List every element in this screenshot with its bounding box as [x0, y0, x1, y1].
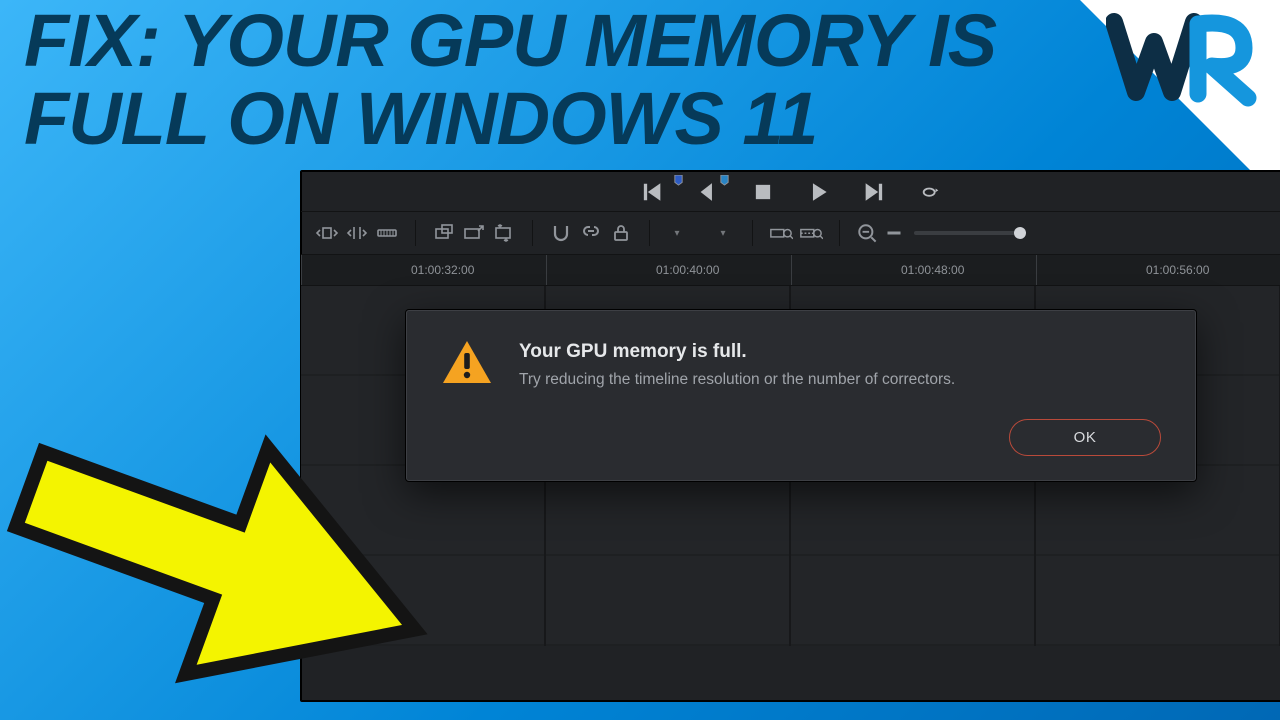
headline-line-1: FIX: YOUR GPU MEMORY IS: [24, 2, 1020, 80]
toolbar-separator: [532, 220, 533, 246]
stop-icon[interactable]: [752, 183, 774, 201]
chevron-down-icon: ▾: [720, 228, 725, 239]
timeline-toolbar: ▾ ▾: [301, 212, 1280, 255]
zoom-range-icon[interactable]: [769, 223, 793, 243]
snap-icon[interactable]: [549, 223, 573, 243]
ruler-label: 01:00:40:00: [656, 263, 719, 277]
overwrite-clip-icon[interactable]: [462, 223, 486, 243]
zoom-out-icon[interactable]: [856, 223, 880, 243]
zoom-slider[interactable]: [914, 231, 1024, 235]
playback-bar: [301, 171, 1280, 212]
chevron-down-icon: ▾: [674, 228, 679, 239]
ruler-label: 01:00:48:00: [901, 263, 964, 277]
thumbnail-stage: FIX: YOUR GPU MEMORY IS FULL ON WINDOWS …: [0, 0, 1280, 720]
zoom-minus-icon[interactable]: [886, 223, 902, 243]
error-dialog: Your GPU memory is full. Try reducing th…: [406, 310, 1196, 481]
replace-clip-icon[interactable]: [492, 223, 516, 243]
selection-mode-icon[interactable]: [315, 223, 339, 243]
toolbar-separator: [752, 220, 753, 246]
toolbar-separator: [415, 220, 416, 246]
step-back-icon[interactable]: [696, 183, 718, 201]
link-icon[interactable]: [579, 223, 603, 243]
dialog-title: Your GPU memory is full.: [519, 341, 955, 363]
razor-icon[interactable]: [375, 223, 399, 243]
ruler-label: 01:00:32:00: [411, 263, 474, 277]
zoom-detail-icon[interactable]: [799, 223, 823, 243]
skip-end-icon[interactable]: [864, 183, 886, 201]
skip-start-icon[interactable]: [640, 183, 662, 201]
lock-icon[interactable]: [609, 223, 633, 243]
insert-clip-icon[interactable]: [432, 223, 456, 243]
toolbar-separator: [839, 220, 840, 246]
timeline-ruler[interactable]: 01:00:32:00 01:00:40:00 01:00:48:00 01:0…: [301, 255, 1280, 286]
warning-triangle-icon: [441, 339, 493, 387]
dialog-message: Try reducing the timeline resolution or …: [519, 371, 955, 389]
marker-a-icon[interactable]: ▾: [666, 223, 690, 243]
play-icon[interactable]: [808, 183, 830, 201]
wr-logo-icon: [1106, 12, 1266, 122]
trim-mode-icon[interactable]: [345, 223, 369, 243]
headline-line-2: FULL ON WINDOWS 11: [24, 80, 1020, 158]
ok-button[interactable]: OK: [1009, 419, 1161, 456]
marker-b-icon[interactable]: ▾: [712, 223, 736, 243]
zoom-slider-knob[interactable]: [1014, 227, 1026, 239]
ruler-label: 01:00:56:00: [1146, 263, 1209, 277]
toolbar-separator: [649, 220, 650, 246]
headline: FIX: YOUR GPU MEMORY IS FULL ON WINDOWS …: [24, 2, 1020, 158]
loop-icon[interactable]: [920, 183, 942, 201]
